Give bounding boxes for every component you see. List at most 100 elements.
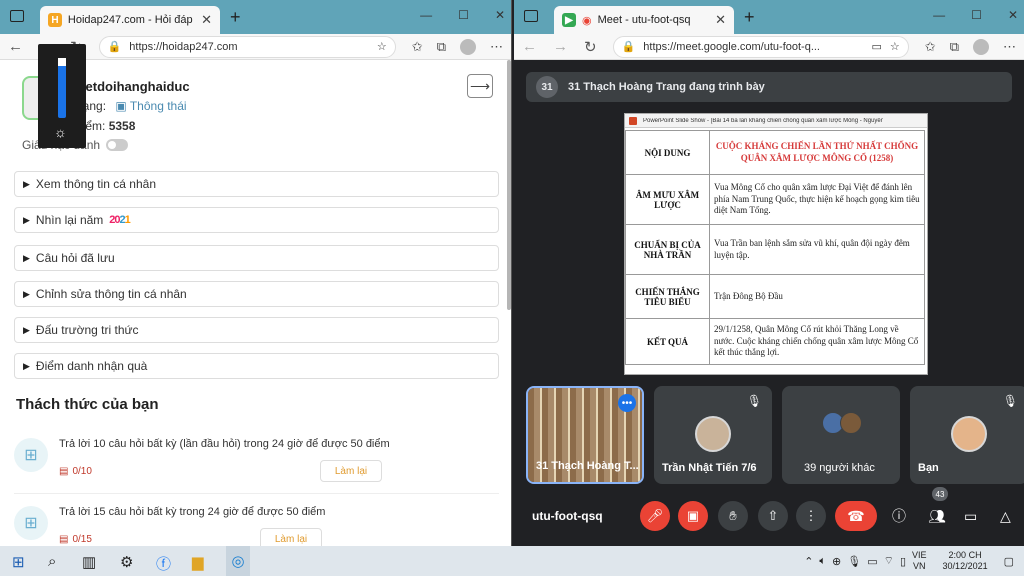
row-header: CHUẨN BỊ CỦA NHÀ TRẦN	[625, 224, 710, 275]
task-view-icon[interactable]: ▥	[82, 553, 96, 571]
participant-tile[interactable]: 🎙︎ Trần Nhật Tiến 7/6	[654, 386, 772, 484]
menu-edit-profile[interactable]: ▶ Chỉnh sửa thông tin cá nhân	[14, 281, 499, 307]
row-content: CUỘC KHÁNG CHIẾN LẦN THỨ NHẤT CHỐNG QUÂN…	[709, 130, 925, 175]
present-button[interactable]: ⇧	[758, 501, 788, 531]
people-icon[interactable]: 👥︎	[928, 508, 946, 525]
page-scrollbar[interactable]	[507, 60, 511, 310]
menu-label: Đấu trường tri thức	[35, 323, 139, 337]
logout-button[interactable]: ⟶	[467, 74, 493, 98]
close-tab-icon[interactable]: ✕	[201, 12, 212, 28]
camera-icon[interactable]: ▭	[867, 555, 877, 568]
microphone-icon[interactable]: 🎙︎	[847, 555, 861, 568]
maximize-icon[interactable]: ☐	[971, 8, 982, 22]
language-indicator[interactable]: VIE VN	[912, 550, 927, 572]
close-window-icon[interactable]: ✕	[495, 8, 505, 22]
profile-avatar[interactable]	[973, 38, 989, 55]
security-icon[interactable]: ⊕	[832, 555, 841, 568]
participant-tile[interactable]: ••• 31 Thạch Hoàng T...	[526, 386, 644, 484]
settings-icon[interactable]: ⚙	[120, 553, 133, 571]
collections-icon[interactable]: ⧉	[437, 39, 446, 55]
participant-tile[interactable]: 39 người khác	[782, 386, 900, 484]
menu-label: Xem thông tin cá nhân	[35, 177, 157, 191]
caret-right-icon: ▶	[23, 214, 30, 225]
tab-actions-icon[interactable]	[524, 10, 538, 22]
clock[interactable]: 2:00 CH 30/12/2021	[943, 550, 988, 572]
chat-icon[interactable]: ▭	[964, 508, 977, 525]
new-tab-button[interactable]: +	[230, 7, 241, 28]
redo-button[interactable]: Làm lại	[260, 528, 322, 546]
minimize-icon[interactable]: —	[420, 8, 432, 22]
participant-name: 39 người khác	[804, 462, 875, 474]
close-tab-icon[interactable]: ✕	[715, 12, 726, 28]
table-row: KẾT QUẢ 29/1/1258, Quân Mông Cổ rút khỏi…	[625, 318, 925, 365]
info-icon[interactable]: ⓘ	[892, 506, 906, 526]
more-menu-icon[interactable]: ⋯	[490, 39, 503, 55]
tab-meet[interactable]: ▶ ◉ Meet - utu-foot-qsq ✕	[554, 6, 734, 34]
participant-name: Trần Nhật Tiến 7/6	[662, 462, 757, 474]
more-menu-icon[interactable]: ⋯	[1003, 39, 1016, 55]
camera-icon[interactable]: ▭	[872, 40, 882, 53]
participant-tile[interactable]: 🎙︎ Bạn	[910, 386, 1024, 484]
tab-actions-icon[interactable]	[10, 10, 24, 22]
leave-call-button[interactable]: ☎︎	[835, 501, 877, 531]
search-icon[interactable]: ⌕	[48, 553, 56, 570]
facebook-icon[interactable]: ⓕ	[156, 553, 171, 574]
close-window-icon[interactable]: ✕	[1008, 8, 1018, 22]
divider	[14, 493, 499, 494]
raise-hand-button[interactable]: ✋︎	[718, 501, 748, 531]
forward-icon[interactable]: →	[553, 38, 568, 55]
brightness-overlay[interactable]: ☼	[38, 44, 86, 148]
menu-check-in-gift[interactable]: ▶ Điểm danh nhận quà	[14, 353, 499, 379]
notifications-icon[interactable]: ▢	[1004, 555, 1014, 568]
table-row: CHUẨN BỊ CỦA NHÀ TRẦN Vua Trần ban lệnh …	[625, 224, 925, 275]
challenges-title: Thách thức của bạn	[16, 396, 159, 413]
tab-title: Meet - utu-foot-qsq	[597, 14, 691, 26]
tab-hoidap[interactable]: H Hoidap247.com - Hỏi đáp bài tậ ✕	[40, 6, 220, 34]
favorites-icon[interactable]: ✩	[412, 39, 423, 55]
back-icon[interactable]: ←	[8, 38, 23, 55]
edge-browser-icon[interactable]: ◎	[226, 546, 250, 576]
volume-icon[interactable]: 🔈︎	[819, 555, 826, 568]
profile-avatar[interactable]	[460, 38, 476, 55]
table-row: NỘI DUNG CUỘC KHÁNG CHIẾN LẦN THỨ NHẤT C…	[625, 130, 925, 175]
rank-row: Hạng: ▣ Thông thái	[74, 99, 187, 113]
favorites-icon[interactable]: ✩	[925, 39, 936, 55]
menu-year-review[interactable]: ▶ Nhìn lại năm 2021	[14, 207, 499, 233]
address-bar[interactable]: 🔒 https://hoidap247.com ☆	[98, 35, 396, 58]
row-content: Trận Đông Bộ Đầu	[709, 274, 925, 319]
favorite-star-icon[interactable]: ☆	[890, 40, 900, 53]
address-bar[interactable]: 🔒 https://meet.google.com/utu-foot-q... …	[612, 35, 909, 58]
caret-right-icon: ▶	[23, 360, 30, 371]
mic-toggle-button[interactable]: 🎤︎	[640, 501, 670, 531]
wifi-icon[interactable]: ⌔	[884, 554, 894, 568]
brightness-slider[interactable]	[58, 58, 66, 118]
back-icon[interactable]: ←	[522, 38, 537, 55]
redo-button[interactable]: Làm lại	[320, 460, 382, 482]
favorite-star-icon[interactable]: ☆	[377, 40, 387, 53]
more-options-button[interactable]: ⋮	[796, 501, 826, 531]
username[interactable]: metdoihanghaiduc	[74, 79, 190, 94]
show-hidden-icons[interactable]: ⌃	[804, 555, 813, 568]
activities-icon[interactable]: △	[1000, 508, 1011, 525]
collections-icon[interactable]: ⧉	[950, 39, 959, 55]
reload-icon[interactable]: ↻	[584, 38, 597, 56]
menu-view-profile[interactable]: ▶ Xem thông tin cá nhân	[14, 171, 499, 197]
presenter-badge: 31	[536, 76, 558, 98]
new-tab-button[interactable]: +	[744, 7, 755, 28]
doc-icon: ▤	[59, 466, 69, 477]
file-explorer-icon[interactable]: ▆	[192, 553, 204, 571]
anon-toggle[interactable]	[106, 139, 129, 151]
battery-icon[interactable]: ▯	[900, 555, 906, 568]
participant-name: Bạn	[918, 462, 939, 474]
minimize-icon[interactable]: —	[933, 8, 945, 22]
row-content: 29/1/1258, Quân Mông Cổ rút khỏi Thăng L…	[709, 318, 925, 365]
camera-toggle-button[interactable]: ▣	[678, 501, 708, 531]
menu-knowledge-arena[interactable]: ▶ Đấu trường tri thức	[14, 317, 499, 343]
windows-start-icon[interactable]: ⊞	[12, 553, 25, 571]
slide-window-title: PowerPoint Slide Show - [Bài 14 ba lần k…	[643, 117, 883, 124]
menu-saved-questions[interactable]: ▶ Câu hỏi đã lưu	[14, 245, 499, 271]
more-options-icon[interactable]: •••	[618, 394, 636, 412]
maximize-icon[interactable]: ☐	[458, 8, 469, 22]
challenge-item: ⊞ Trả lời 15 câu hỏi bất kỳ trong 24 giờ…	[14, 506, 499, 546]
url-text: https://hoidap247.com	[129, 40, 238, 53]
